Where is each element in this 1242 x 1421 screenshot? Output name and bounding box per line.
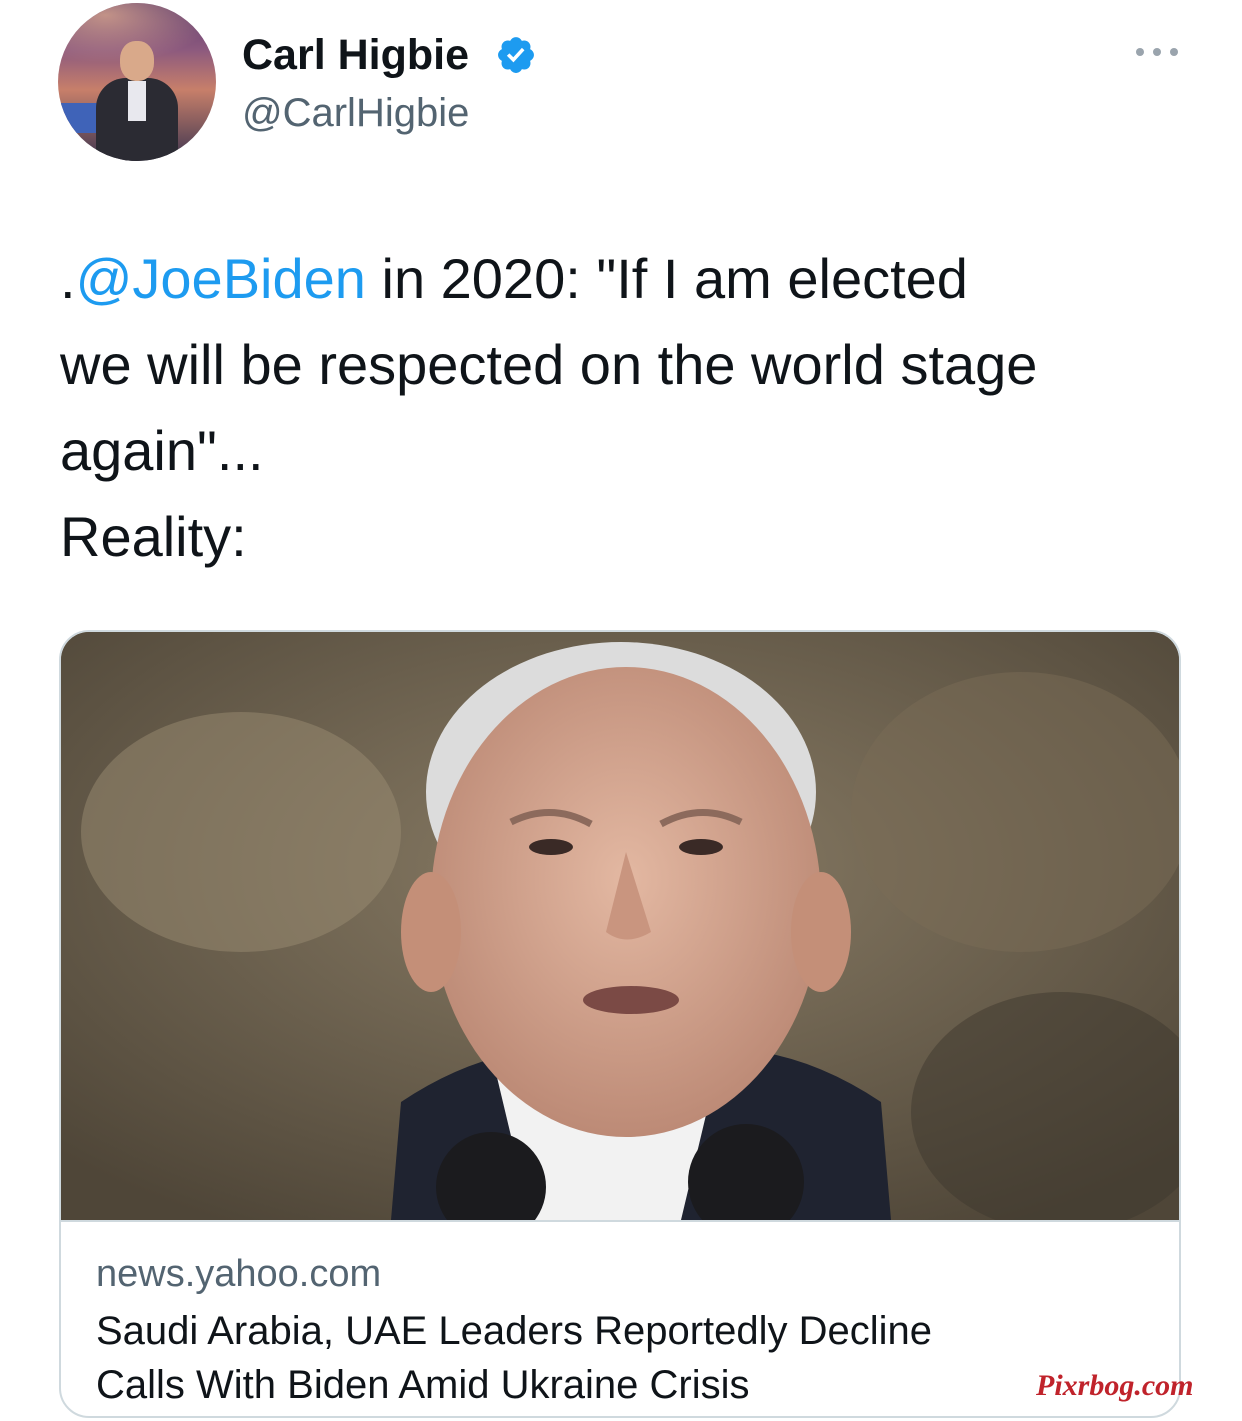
more-horizontal-icon[interactable] xyxy=(1132,40,1182,64)
tweet-text-body-1: in 2020: "If I am elected xyxy=(365,247,968,310)
card-image[interactable] xyxy=(61,632,1179,1220)
tweet-text: .@JoeBiden in 2020: "If I am elected we … xyxy=(60,236,1210,580)
card-divider xyxy=(61,1220,1179,1222)
mention-link[interactable]: @JoeBiden xyxy=(76,247,366,310)
link-preview-card[interactable]: news.yahoo.com Saudi Arabia, UAE Leaders… xyxy=(59,630,1181,1418)
avatar-person-head xyxy=(120,41,154,81)
card-title-line-2: Calls With Biden Amid Ukraine Crisis xyxy=(96,1363,750,1407)
author-avatar[interactable] xyxy=(58,3,216,161)
card-domain: news.yahoo.com xyxy=(96,1253,382,1295)
card-title: Saudi Arabia, UAE Leaders Reportedly Dec… xyxy=(96,1304,1146,1412)
verified-badge-icon xyxy=(498,37,534,73)
card-title-line-1: Saudi Arabia, UAE Leaders Reportedly Dec… xyxy=(96,1309,933,1353)
tweet-text-line-3: again"... xyxy=(60,419,264,482)
tweet-text-prefix: . xyxy=(60,247,76,310)
tweet-text-line-2: we will be respected on the world stage xyxy=(60,333,1038,396)
tweet-text-line-1: .@JoeBiden in 2020: "If I am elected xyxy=(60,236,1210,322)
watermark: Pixrbog.com xyxy=(1036,1369,1194,1402)
avatar-person-shirt xyxy=(128,81,146,121)
card-photo-illustration xyxy=(61,632,1179,1220)
author-display-name[interactable]: Carl Higbie xyxy=(242,30,469,80)
tweet-text-line-4: Reality: xyxy=(60,505,247,568)
author-handle[interactable]: @CarlHigbie xyxy=(242,88,469,138)
avatar-banner xyxy=(58,103,98,133)
